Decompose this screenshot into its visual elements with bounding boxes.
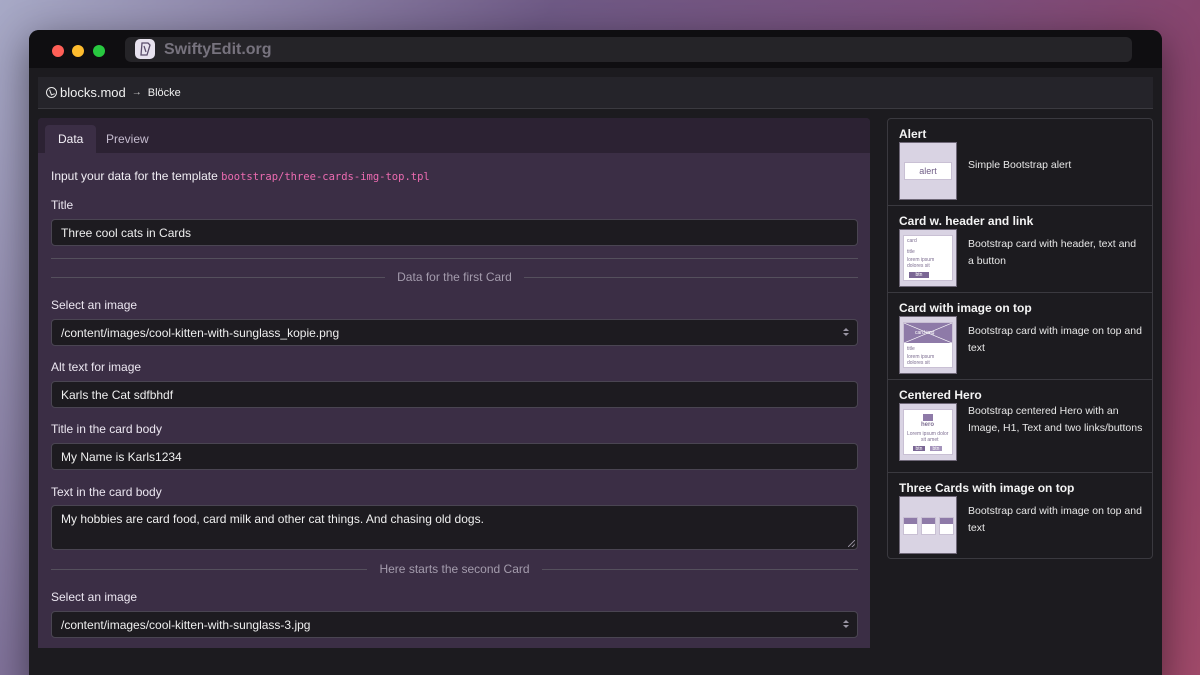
block-item-three-cards[interactable]: Three Cards with image on top Bootstrap … (888, 473, 1152, 558)
browser-window: SwiftyEdit.org blocks.mod → Blöcke Data … (29, 30, 1162, 675)
thumb-hero-heading: hero (921, 422, 935, 428)
minimize-window-button[interactable] (72, 45, 84, 57)
image-select-value-2: /content/images/cool-kitten-with-sunglas… (61, 618, 311, 632)
breadcrumb: blocks.mod → Blöcke (38, 77, 1153, 109)
thumb-hero-button: btn (913, 446, 925, 452)
card-title-label: Title in the card body (51, 422, 162, 436)
section-title: Data for the first Card (397, 270, 512, 284)
thumb-card: card-img title lorem ipsum dolores sit (903, 322, 953, 368)
alert-thumbnail: alert (899, 142, 957, 200)
block-title: Three Cards with image on top (899, 481, 1075, 495)
close-window-button[interactable] (52, 45, 64, 57)
thumb-card-3 (939, 517, 954, 535)
block-item-card-header-link[interactable]: Card w. header and link card title lorem… (888, 206, 1152, 293)
block-library: Alert alert Simple Bootstrap alert Card … (887, 118, 1153, 559)
divider (51, 258, 858, 259)
app-content: blocks.mod → Blöcke Data Preview Input y… (38, 77, 1153, 675)
intro-text: Input your data for the template (51, 169, 218, 183)
editor-panel: Data Preview Input your data for the tem… (38, 118, 870, 648)
thumb-alert-text: alert (904, 162, 952, 180)
thumb-card-img-label: card-img (915, 330, 935, 336)
title-input[interactable]: Three cool cats in Cards (51, 219, 858, 246)
block-description: Bootstrap card with header, text and a b… (968, 238, 1137, 267)
section-divider-first-card: Data for the first Card (51, 269, 858, 285)
thumb-card-text: dolores sit (907, 360, 930, 366)
thumb-card: card title lorem ipsum dolores sit btn (903, 235, 953, 281)
thumb-card-button: btn (909, 272, 929, 278)
thumb-hero-button: btn (930, 446, 942, 452)
image-select-label-2: Select an image (51, 590, 138, 604)
tab-bar: Data Preview (38, 118, 870, 153)
template-path: bootstrap/three-cards-img-top.tpl (221, 171, 430, 183)
title-bar: SwiftyEdit.org (29, 30, 1162, 68)
hero-thumbnail: hero Lorem ipsum dolor sit amet btn btn (899, 403, 957, 461)
select-caret-icon (843, 619, 849, 631)
breadcrumb-root[interactable]: blocks.mod (60, 85, 126, 100)
thumb-hero: hero Lorem ipsum dolor sit amet btn btn (903, 409, 953, 455)
thumb-card-title: title (907, 346, 915, 352)
thumb-card-1 (903, 517, 918, 535)
thumb-card-title: title (907, 249, 915, 255)
tab-data[interactable]: Data (45, 125, 97, 153)
card-thumbnail: card title lorem ipsum dolores sit btn (899, 229, 957, 287)
block-description: Simple Bootstrap alert (968, 159, 1072, 171)
select-caret-icon (843, 327, 849, 339)
url-text: SwiftyEdit.org (164, 41, 272, 58)
alt-text-input[interactable]: Karls the Cat sdfbhdf (51, 381, 858, 408)
section-divider-second-card: Here starts the second Card (51, 561, 859, 577)
tab-preview[interactable]: Preview (93, 125, 162, 153)
resize-grip-icon[interactable] (848, 540, 855, 547)
alt-text-label: Alt text for image (51, 360, 142, 374)
block-title: Alert (899, 127, 927, 141)
thumb-card-header: card (907, 238, 917, 244)
card-text-label: Text in the card body (51, 485, 162, 499)
three-cards-thumbnail (899, 496, 957, 554)
thumb-card-image: card-img (904, 323, 952, 343)
block-item-card-image-top[interactable]: Card with image on top card-img title lo… (888, 293, 1152, 380)
thumb-hero-text: sit amet (921, 437, 939, 443)
image-select-label: Select an image (51, 298, 138, 312)
block-item-centered-hero[interactable]: Centered Hero hero Lorem ipsum dolor sit… (888, 380, 1152, 473)
block-description: Bootstrap card with image on top and tex… (968, 325, 1142, 354)
maximize-window-button[interactable] (93, 45, 105, 57)
thumb-hero-image (923, 414, 933, 421)
block-description: Bootstrap centered Hero with an Image, H… (968, 405, 1143, 434)
template-intro: Input your data for the template bootstr… (51, 169, 430, 183)
image-select-value: /content/images/cool-kitten-with-sunglas… (61, 326, 340, 340)
block-title: Centered Hero (899, 388, 982, 402)
swiftyedit-logo-icon (135, 39, 155, 59)
thumb-card-2 (921, 517, 936, 535)
block-description: Bootstrap card with image on top and tex… (968, 505, 1142, 534)
card-title-input[interactable]: My Name is Karls1234 (51, 443, 858, 470)
title-label: Title (51, 198, 74, 212)
address-bar[interactable]: SwiftyEdit.org (125, 37, 1132, 62)
module-icon (46, 87, 57, 98)
block-title: Card with image on top (899, 301, 1032, 315)
card-text-value: My hobbies are card food, card milk and … (61, 512, 484, 526)
image-select[interactable]: /content/images/cool-kitten-with-sunglas… (51, 319, 858, 346)
thumb-card-text: dolores sit (907, 263, 930, 269)
card-text-textarea[interactable]: My hobbies are card food, card milk and … (51, 505, 858, 550)
breadcrumb-arrow-icon: → (131, 87, 142, 98)
section-title: Here starts the second Card (379, 562, 530, 576)
image-select-2[interactable]: /content/images/cool-kitten-with-sunglas… (51, 611, 858, 638)
breadcrumb-current[interactable]: Blöcke (148, 87, 181, 99)
block-item-alert[interactable]: Alert alert Simple Bootstrap alert (888, 119, 1152, 206)
card-image-thumbnail: card-img title lorem ipsum dolores sit (899, 316, 957, 374)
block-title: Card w. header and link (899, 214, 1034, 228)
